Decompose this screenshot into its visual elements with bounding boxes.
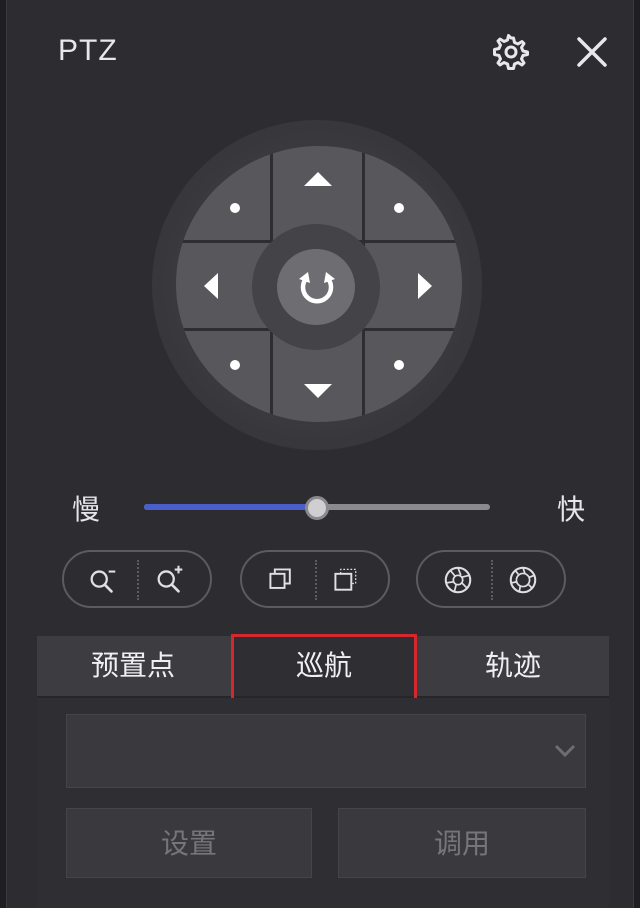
focus-control: [240, 550, 390, 608]
focus-near-button[interactable]: [242, 552, 315, 606]
triangle-right-icon: [418, 273, 432, 299]
zoom-in-icon: [157, 565, 183, 593]
rotate-icon: [299, 272, 335, 304]
zoom-control: [62, 550, 212, 608]
panel-title: PTZ: [58, 34, 118, 67]
zoom-out-button[interactable]: [64, 552, 137, 606]
pan-down-left-button[interactable]: [176, 330, 272, 422]
chevron-down-icon: [554, 744, 576, 758]
ptz-tabs: 预置点 巡航 轨迹: [37, 636, 609, 698]
zoom-in-button[interactable]: [137, 552, 210, 606]
cruise-select[interactable]: [66, 714, 586, 788]
iris-open-icon: [509, 566, 537, 594]
speed-slow-label: 慢: [72, 493, 101, 526]
speed-slider-fill: [144, 504, 317, 510]
triangle-left-icon: [204, 273, 218, 299]
pan-down-right-button[interactable]: [364, 330, 462, 422]
tab-preset[interactable]: 预置点: [37, 636, 229, 696]
iris-close-icon: [444, 566, 472, 594]
dot-icon: [230, 203, 240, 213]
dot-icon: [230, 360, 240, 370]
call-button[interactable]: 调用: [338, 808, 586, 878]
focus-far-icon: [334, 568, 357, 591]
dot-icon: [394, 360, 404, 370]
speed-slider-thumb[interactable]: [305, 496, 329, 520]
set-button[interactable]: 设置: [66, 808, 312, 878]
pan-up-right-button[interactable]: [364, 146, 462, 242]
iris-open-button[interactable]: [491, 552, 564, 606]
speed-fast-label: 快: [557, 493, 586, 526]
zoom-out-icon: [90, 570, 116, 593]
close-icon[interactable]: [573, 33, 611, 71]
pan-up-left-button[interactable]: [176, 146, 272, 242]
dot-icon: [394, 203, 404, 213]
focus-far-button[interactable]: [315, 552, 388, 606]
iris-close-button[interactable]: [418, 552, 491, 606]
tab-cruise[interactable]: 巡航: [233, 636, 415, 696]
tab-track[interactable]: 轨迹: [417, 636, 609, 696]
triangle-down-icon: [304, 384, 332, 398]
focus-near-icon: [269, 568, 291, 589]
iris-control: [416, 550, 566, 608]
triangle-up-icon: [304, 172, 332, 186]
gear-icon[interactable]: [492, 33, 530, 71]
